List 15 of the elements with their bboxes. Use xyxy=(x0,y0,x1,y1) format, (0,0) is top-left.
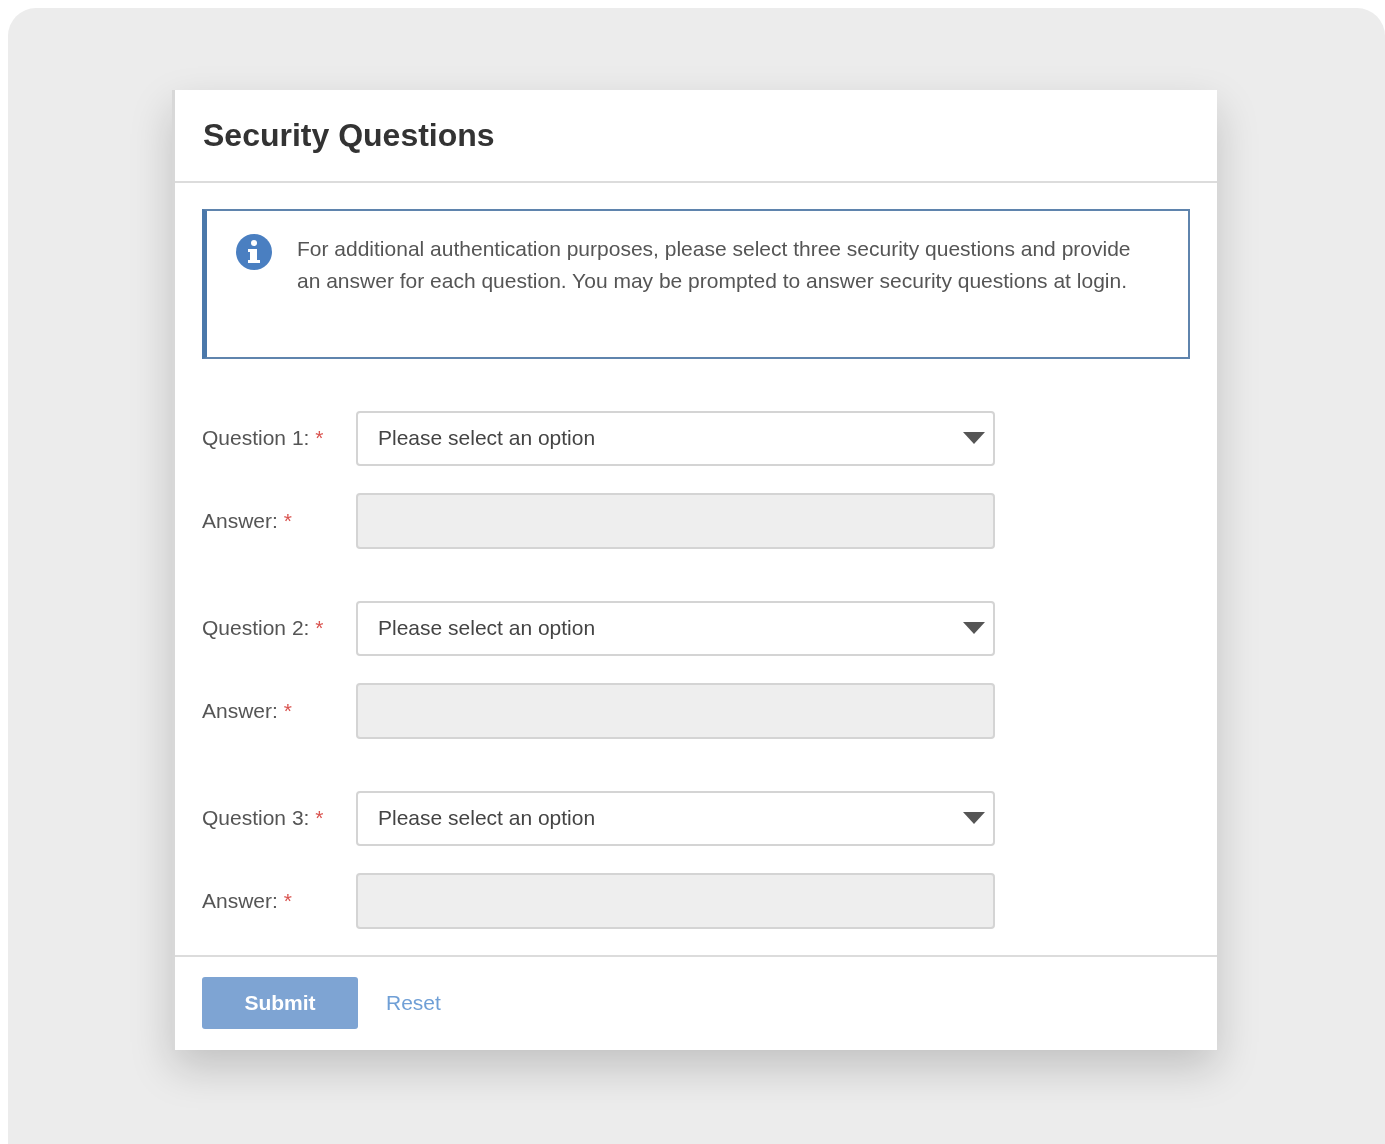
question-label: Question 3: * xyxy=(202,806,325,830)
notice-text: For additional authentication purposes, please select three security questions and provide an answer for each question. You may be prompted to answer security questions at login. xyxy=(297,235,1132,294)
answer-label: Answer: * xyxy=(202,508,293,533)
answer-label: Answer: * xyxy=(202,698,293,723)
dialog-title: Security Questions xyxy=(203,116,495,154)
question-select[interactable]: Please select an option xyxy=(356,790,995,846)
info-icon xyxy=(235,232,273,271)
dropdown-caret-icon xyxy=(963,432,985,444)
question-label: Question 2: * xyxy=(202,616,325,640)
question-select[interactable]: Please select an option xyxy=(356,600,995,656)
answer-label: Answer: * xyxy=(202,888,293,913)
question-select[interactable]: Please select an option xyxy=(356,410,995,466)
dropdown-caret-icon xyxy=(963,812,985,824)
question-label: Question 1: * xyxy=(202,426,325,450)
dropdown-caret-icon xyxy=(963,622,985,634)
